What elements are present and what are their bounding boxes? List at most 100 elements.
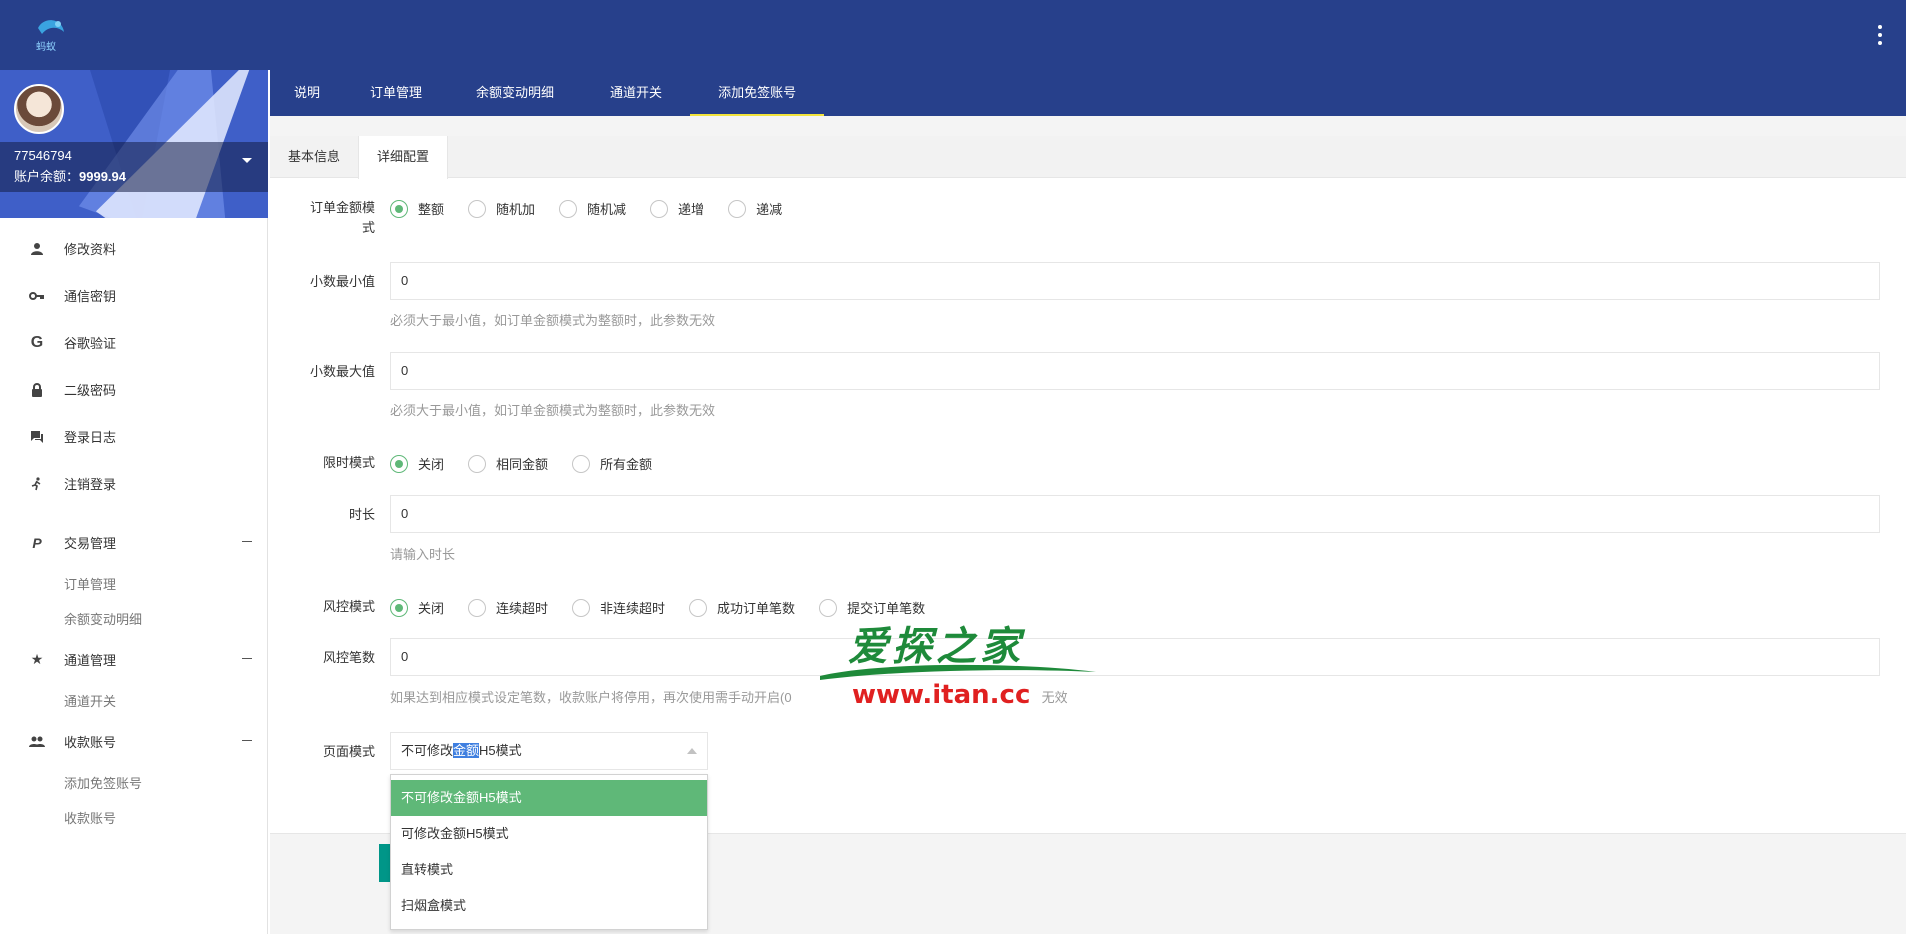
more-menu-icon[interactable] bbox=[1874, 22, 1886, 48]
collapse-icon[interactable] bbox=[242, 740, 252, 741]
page-mode-select[interactable]: 不可修改金额H5模式 bbox=[390, 732, 708, 770]
radio-amount-random-add[interactable]: 随机加 bbox=[468, 199, 535, 218]
logout-icon bbox=[28, 475, 46, 493]
watermark-url: www.itan.cc bbox=[852, 680, 1031, 710]
radio-risk-consecutive-timeout[interactable]: 连续超时 bbox=[468, 598, 548, 617]
account-balance: 账户余额：9999.94 bbox=[14, 166, 254, 185]
time-mode-radios: 关闭 相同金额 所有金额 bbox=[390, 454, 676, 473]
sidebar-item-label: 修改资料 bbox=[64, 242, 117, 257]
option-scan-box[interactable]: 扫烟盒模式 bbox=[391, 888, 707, 924]
form-card: 基本信息 详细配置 订单金额模 式 整额 随机加 随机减 递增 递减 小数最小值… bbox=[270, 136, 1906, 930]
radio-label: 递减 bbox=[756, 202, 783, 217]
page-mode-dropdown: 不可修改金额H5模式 可修改金额H5模式 直转模式 扫烟盒模式 bbox=[390, 774, 708, 930]
sidebar-subitem-orders[interactable]: 订单管理 bbox=[0, 566, 268, 601]
select-value-pre: 不可修改 bbox=[401, 743, 454, 758]
account-bar[interactable]: 77546794 账户余额：9999.94 bbox=[0, 142, 268, 192]
risk-count-hint-left: 如果达到相应模式设定笔数，收款账户将停用，再次使用需手动开启(0 bbox=[390, 690, 792, 705]
sidebar-item-profile[interactable]: 修改资料 bbox=[0, 225, 268, 272]
sidebar-item-second-password[interactable]: 二级密码 bbox=[0, 366, 268, 413]
risk-count-input[interactable]: 0 bbox=[390, 638, 1880, 676]
radio-label: 连续超时 bbox=[496, 601, 549, 616]
radio-amount-increase[interactable]: 递增 bbox=[650, 199, 704, 218]
radio-label: 成功订单笔数 bbox=[717, 601, 796, 616]
sidebar-item-label: 谷歌验证 bbox=[64, 336, 117, 351]
top-nav-tabs: 说明 订单管理 余额变动明细 通道开关 添加免签账号 bbox=[270, 70, 1906, 116]
lock-icon bbox=[28, 381, 46, 399]
duration-hint: 请输入时长 bbox=[390, 547, 456, 562]
sidebar-subitem-channel-switch[interactable]: 通道开关 bbox=[0, 683, 268, 718]
radio-time-same-amount[interactable]: 相同金额 bbox=[468, 454, 548, 473]
radio-amount-decrease[interactable]: 递减 bbox=[728, 199, 782, 218]
main-content: 基本信息 详细配置 订单金额模 式 整额 随机加 随机减 递增 递减 小数最小值… bbox=[270, 116, 1906, 934]
collapse-icon[interactable] bbox=[242, 658, 252, 659]
duration-input[interactable]: 0 bbox=[390, 495, 1880, 533]
radio-time-off[interactable]: 关闭 bbox=[390, 454, 444, 473]
sidebar-group-channel[interactable]: ★ 通道管理 bbox=[0, 636, 268, 683]
tab-orders[interactable]: 订单管理 bbox=[344, 70, 448, 116]
radio-label: 关闭 bbox=[418, 457, 445, 472]
collapse-icon[interactable] bbox=[242, 541, 252, 542]
avatar[interactable] bbox=[14, 84, 64, 134]
amount-mode-label-line1: 订单金额模 bbox=[309, 200, 375, 215]
decimal-min-input[interactable]: 0 bbox=[390, 262, 1880, 300]
option-direct-transfer[interactable]: 直转模式 bbox=[391, 852, 707, 888]
risk-mode-label: 风控模式 bbox=[322, 599, 375, 614]
amount-mode-label: 订单金额模 式 bbox=[270, 198, 375, 238]
subtab-basic-info[interactable]: 基本信息 bbox=[270, 136, 358, 178]
sidebar-subitem-add-account[interactable]: 添加免签账号 bbox=[0, 765, 268, 800]
paypal-icon: P bbox=[32, 534, 42, 551]
decimal-min-hint: 必须大于最小值，如订单金额模式为整额时，此参数无效 bbox=[390, 313, 716, 328]
sidebar-item-google-auth[interactable]: G 谷歌验证 bbox=[0, 319, 268, 366]
chevron-down-icon[interactable] bbox=[242, 158, 252, 163]
logo[interactable]: 蚂蚁 bbox=[28, 14, 72, 54]
radio-amount-fixed[interactable]: 整额 bbox=[390, 199, 444, 218]
sidebar-item-key[interactable]: 通信密钥 bbox=[0, 272, 268, 319]
sidebar-group-trade[interactable]: P 交易管理 bbox=[0, 519, 268, 566]
sidebar-item-logout[interactable]: 注销登录 bbox=[0, 460, 268, 507]
select-value-highlight: 金额 bbox=[453, 743, 480, 758]
sidebar-group-label: 交易管理 bbox=[64, 536, 117, 551]
radio-label: 关闭 bbox=[418, 601, 445, 616]
sidebar-group-label: 通道管理 bbox=[64, 653, 117, 668]
radio-label: 相同金额 bbox=[496, 457, 549, 472]
amount-mode-label-line2: 式 bbox=[361, 220, 375, 235]
radio-risk-success-count[interactable]: 成功订单笔数 bbox=[689, 598, 795, 617]
radio-time-all-amount[interactable]: 所有金额 bbox=[572, 454, 652, 473]
sidebar-group-label: 收款账号 bbox=[64, 735, 117, 750]
sidebar-subitem-accounts[interactable]: 收款账号 bbox=[0, 800, 268, 835]
sidebar-group-accounts[interactable]: 收款账号 bbox=[0, 718, 268, 765]
sidebar-item-label: 通信密钥 bbox=[64, 289, 117, 304]
chevron-up-icon bbox=[687, 748, 697, 754]
tab-description[interactable]: 说明 bbox=[270, 70, 344, 116]
radio-risk-nonconsecutive-timeout[interactable]: 非连续超时 bbox=[572, 598, 665, 617]
decimal-max-input[interactable]: 0 bbox=[390, 352, 1880, 390]
key-icon bbox=[28, 287, 46, 305]
radio-label: 递增 bbox=[678, 202, 705, 217]
sidebar-subitem-balance[interactable]: 余额变动明细 bbox=[0, 601, 268, 636]
user-icon bbox=[28, 240, 46, 258]
amount-mode-radios: 整额 随机加 随机减 递增 递减 bbox=[390, 199, 806, 218]
radio-risk-off[interactable]: 关闭 bbox=[390, 598, 444, 617]
sidebar-item-label: 二级密码 bbox=[64, 383, 117, 398]
sidebar-menu: 修改资料 通信密钥 G 谷歌验证 二级密码 登录日志 注销登录 P 交易管理 订… bbox=[0, 225, 268, 835]
star-icon: ★ bbox=[30, 651, 44, 667]
duration-label: 时长 bbox=[348, 507, 375, 522]
tab-add-account[interactable]: 添加免签账号 bbox=[690, 70, 825, 116]
select-value-post: H5模式 bbox=[479, 743, 522, 758]
radio-amount-random-sub[interactable]: 随机减 bbox=[559, 199, 626, 218]
chat-icon bbox=[28, 428, 46, 446]
decimal-max-hint: 必须大于最小值，如订单金额模式为整额时，此参数无效 bbox=[390, 403, 716, 418]
option-fixed-amount-h5[interactable]: 不可修改金额H5模式 bbox=[391, 780, 707, 816]
sidebar: 77546794 账户余额：9999.94 修改资料 通信密钥 G 谷歌验证 二… bbox=[0, 70, 268, 934]
people-icon bbox=[28, 733, 46, 751]
radio-label: 整额 bbox=[418, 202, 445, 217]
tab-balance-details[interactable]: 余额变动明细 bbox=[448, 70, 582, 116]
tab-channel-switch[interactable]: 通道开关 bbox=[582, 70, 690, 116]
subtab-detail-config[interactable]: 详细配置 bbox=[358, 136, 449, 179]
google-icon: G bbox=[30, 333, 44, 351]
option-editable-amount-h5[interactable]: 可修改金额H5模式 bbox=[391, 816, 707, 852]
sidebar-item-login-log[interactable]: 登录日志 bbox=[0, 413, 268, 460]
top-header: 蚂蚁 bbox=[0, 0, 1906, 70]
radio-label: 所有金额 bbox=[600, 457, 653, 472]
risk-count-label: 风控笔数 bbox=[322, 650, 375, 665]
